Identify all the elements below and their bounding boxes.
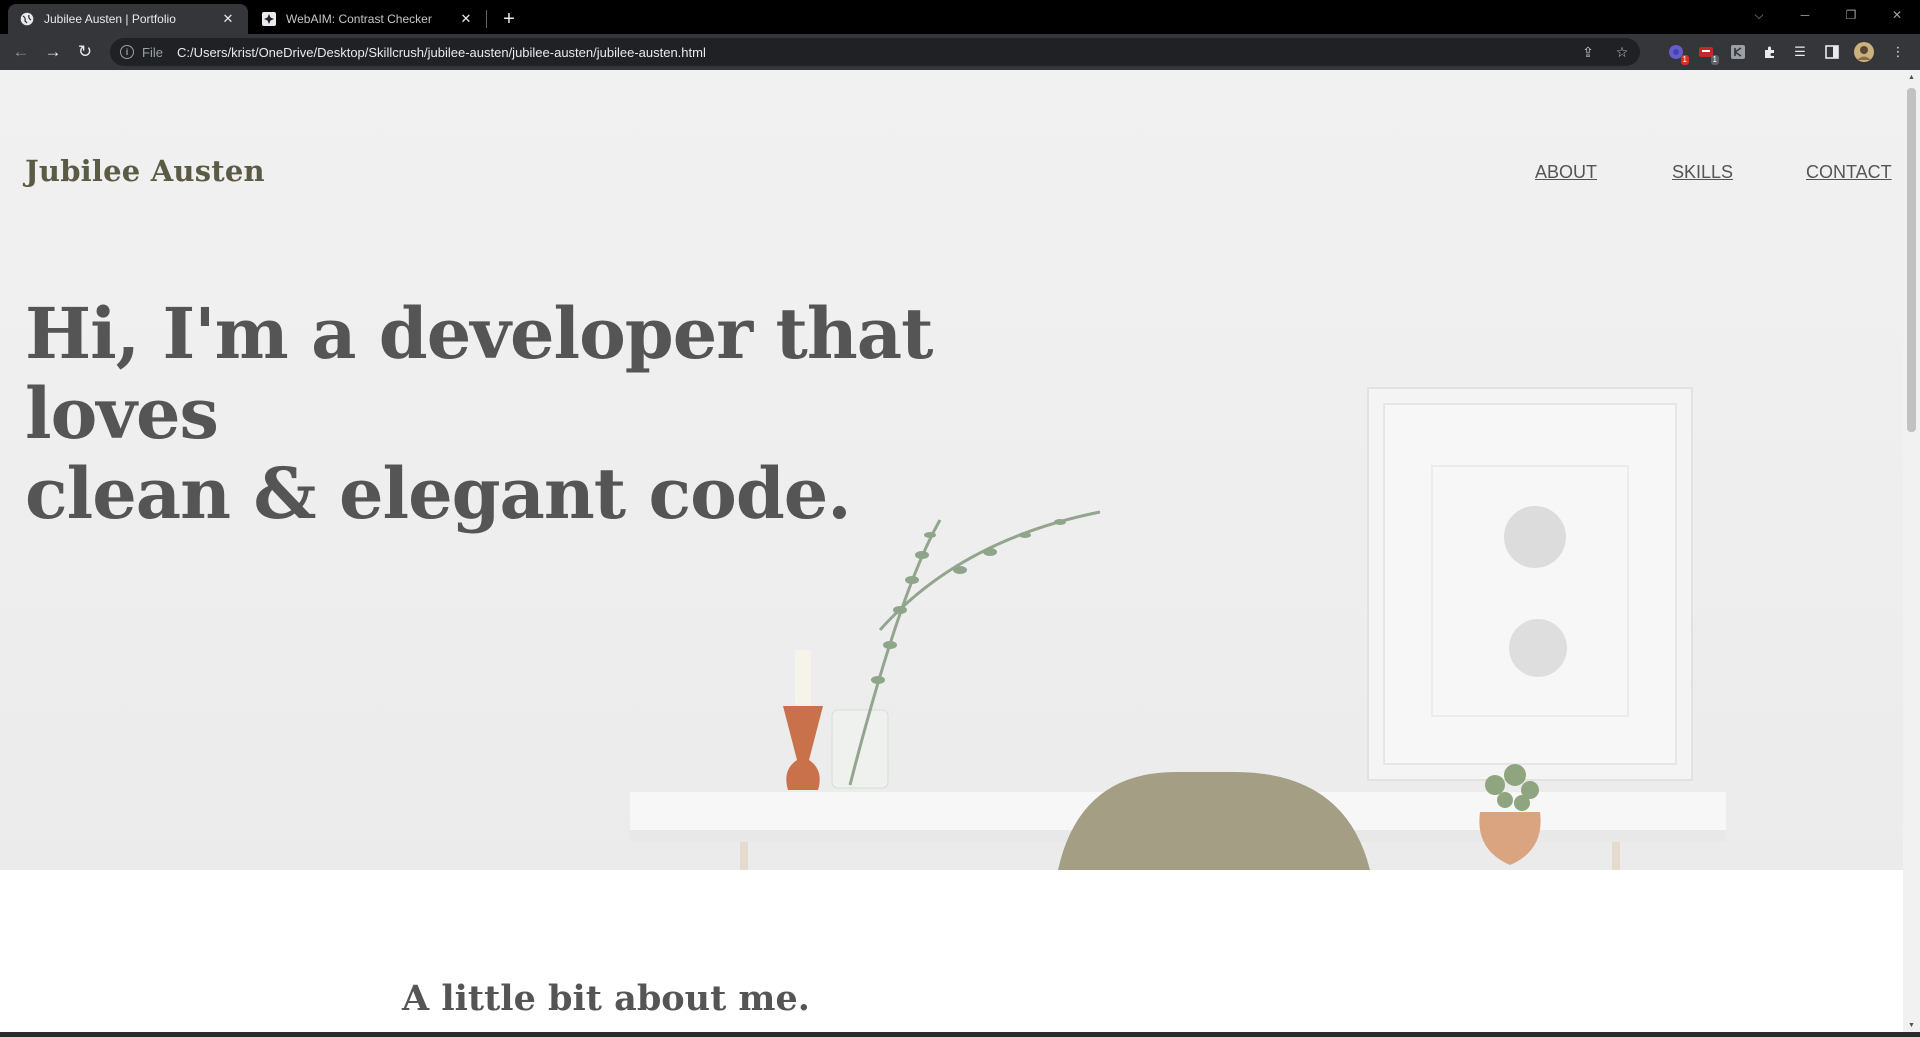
tab-title: Jubilee Austen | Portfolio <box>44 12 176 26</box>
new-tab-button[interactable]: + <box>496 6 522 32</box>
tab-search-icon[interactable]: ⌵ <box>1736 0 1782 30</box>
close-tab-icon[interactable]: ✕ <box>458 11 474 27</box>
extension-badge: 1 <box>1710 55 1719 65</box>
forward-icon[interactable]: → <box>40 39 66 65</box>
back-icon[interactable]: ← <box>8 39 34 65</box>
tab-separator <box>486 10 487 28</box>
nav-link-about[interactable]: ABOUT <box>1535 162 1597 183</box>
nav-link-contact[interactable]: CONTACT <box>1806 162 1892 183</box>
taskbar-edge <box>0 1032 1920 1037</box>
scrollbar-thumb[interactable] <box>1907 88 1916 432</box>
site-brand[interactable]: Jubilee Austen <box>25 154 265 188</box>
page-viewport: Jubilee Austen ABOUT SKILLS CONTACT Hi, … <box>0 70 1903 1032</box>
close-window-icon[interactable]: ✕ <box>1874 0 1920 30</box>
tab-webaim[interactable]: WebAIM: Contrast Checker ✕ <box>250 4 486 34</box>
extension-purple-icon[interactable]: 1 <box>1666 42 1689 65</box>
extension-grey-icon[interactable] <box>1728 42 1748 62</box>
profile-avatar[interactable] <box>1854 42 1874 62</box>
close-tab-icon[interactable]: ✕ <box>220 11 236 27</box>
window-controls: ⌵ ─ ❐ ✕ <box>1736 0 1920 30</box>
hero-section: Jubilee Austen ABOUT SKILLS CONTACT Hi, … <box>0 70 1903 870</box>
reading-list-icon[interactable]: ☰ <box>1790 42 1810 62</box>
minimize-icon[interactable]: ─ <box>1782 0 1828 30</box>
extension-badge: 1 <box>1680 55 1689 65</box>
share-icon[interactable]: ⇪ <box>1578 42 1598 62</box>
tab-title: WebAIM: Contrast Checker <box>286 12 432 26</box>
about-section-title: A little bit about me. <box>402 978 810 1019</box>
page-scrollbar[interactable]: ▲ ▼ <box>1903 70 1920 1032</box>
scroll-up-icon[interactable]: ▲ <box>1903 70 1920 84</box>
webaim-icon <box>262 12 276 26</box>
globe-icon <box>20 12 34 26</box>
extensions-puzzle-icon[interactable] <box>1760 42 1780 62</box>
hero-headline-line-2: clean & elegant code. <box>25 452 852 535</box>
url-scheme-label: File <box>142 44 163 60</box>
hero-headline: Hi, I'm a developer that loves clean & e… <box>25 294 1145 534</box>
info-icon[interactable]: i <box>120 45 134 59</box>
browser-toolbar: ← → ↻ i File C:/Users/krist/OneDrive/Des… <box>0 34 1920 70</box>
hero-headline-line-1: Hi, I'm a developer that loves <box>25 292 933 455</box>
restore-icon[interactable]: ❐ <box>1828 0 1874 30</box>
more-menu-icon[interactable]: ⋮ <box>1888 42 1908 62</box>
url-text[interactable]: C:/Users/krist/OneDrive/Desktop/Skillcru… <box>177 45 706 60</box>
tab-portfolio[interactable]: Jubilee Austen | Portfolio ✕ <box>8 4 248 34</box>
tab-strip: Jubilee Austen | Portfolio ✕ WebAIM: Con… <box>0 0 1920 34</box>
side-panel-icon[interactable] <box>1822 42 1842 62</box>
scroll-down-icon[interactable]: ▼ <box>1903 1018 1920 1032</box>
bookmark-star-icon[interactable]: ☆ <box>1612 42 1632 62</box>
extension-red-icon[interactable]: 1 <box>1696 42 1719 65</box>
reload-icon[interactable]: ↻ <box>72 39 98 65</box>
address-bar[interactable]: i File C:/Users/krist/OneDrive/Desktop/S… <box>110 38 1640 66</box>
nav-link-skills[interactable]: SKILLS <box>1672 162 1733 183</box>
